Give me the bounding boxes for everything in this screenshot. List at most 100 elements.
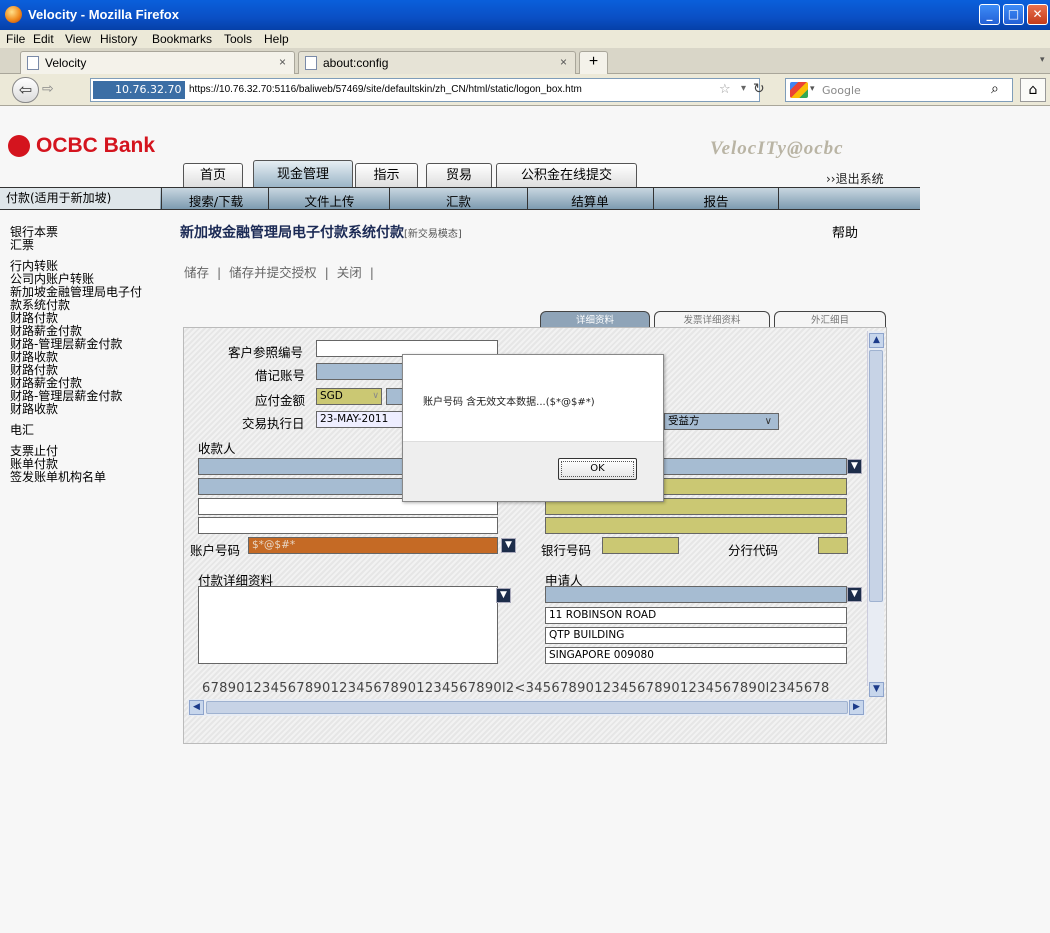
exec-date-value: 23-MAY-2011 xyxy=(320,413,389,425)
tab-velocity[interactable]: Velocity × xyxy=(20,51,295,74)
tab-close-icon[interactable]: × xyxy=(279,55,286,69)
applicant-address-3-value: SINGAPORE 009080 xyxy=(549,649,654,661)
tab-close-icon[interactable]: × xyxy=(560,55,567,69)
customer-ref-label: 客户参照编号 xyxy=(228,345,304,360)
subnav-statements[interactable]: 结算单 xyxy=(530,191,650,210)
applicant-address-1[interactable]: 11 ROBINSON ROAD xyxy=(545,607,847,624)
scroll-down-icon[interactable]: ▼ xyxy=(869,682,884,697)
charges-value: 受益方 xyxy=(668,415,700,427)
tab-trade[interactable]: 贸易 xyxy=(426,163,492,187)
payee-line-4[interactable] xyxy=(198,517,498,534)
close-button[interactable]: ✕ xyxy=(1027,4,1048,25)
debit-account-input[interactable] xyxy=(316,363,406,380)
home-button[interactable]: ⌂ xyxy=(1020,78,1046,102)
branch-code-input[interactable] xyxy=(818,537,848,554)
exec-date-input[interactable]: 23-MAY-2011 xyxy=(316,411,404,428)
subnav-reports[interactable]: 报告 xyxy=(656,191,776,210)
exec-date-label: 交易执行日 xyxy=(242,416,305,431)
scroll-left-icon[interactable]: ◀ xyxy=(189,700,204,715)
subnav-file-upload[interactable]: 文件上传 xyxy=(272,191,387,210)
scroll-up-icon[interactable]: ▲ xyxy=(869,333,884,348)
tab-list-icon[interactable]: ▾ xyxy=(1040,55,1045,65)
debit-account-label: 借记账号 xyxy=(255,368,306,383)
help-link[interactable]: 帮助 xyxy=(832,222,858,241)
account-no-input[interactable]: $*@$#* xyxy=(248,537,498,554)
save-submit-link[interactable]: 储存并提交授权 xyxy=(229,265,317,280)
subnav-remittance[interactable]: 汇款 xyxy=(392,191,525,210)
menu-giro-collection-2[interactable]: 财路收款 xyxy=(10,403,175,416)
currency-select[interactable]: SGD ∨ xyxy=(316,388,382,405)
alert-dialog: 账户号码 含无效文本数据...($*@$#*) OK xyxy=(402,354,664,502)
applicant-address-3[interactable]: SINGAPORE 009080 xyxy=(545,647,847,664)
applicant-address-2[interactable]: QTP BUILDING xyxy=(545,627,847,644)
menu-demand-draft[interactable]: 汇票 xyxy=(10,239,175,252)
applicant-dropdown-button[interactable]: ▼ xyxy=(847,587,862,602)
menu-bookmarks[interactable]: Bookmarks xyxy=(152,32,212,46)
minimize-button[interactable]: _ xyxy=(979,4,1000,25)
window-titlebar: Velocity - Mozilla Firefox _ □ ✕ xyxy=(0,0,1050,30)
left-menu: 银行本票 汇票 行内转账 公司内账户转账 新加坡金融管理局电子付 款系统付款 财… xyxy=(10,226,175,484)
vertical-scroll-thumb[interactable] xyxy=(869,350,883,602)
page-title-text: 新加坡金融管理局电子付款系统付款 xyxy=(180,225,404,241)
ok-button[interactable]: OK xyxy=(558,458,637,480)
chevron-down-icon: ∨ xyxy=(764,416,772,427)
ocbc-logo[interactable]: OCBC Bank xyxy=(8,134,155,158)
navigation-bar: ⇦ ⇨ 10.76.32.70 https://10.76.32.70:5116… xyxy=(0,74,1050,106)
subnav-payments[interactable]: 付款(适用于新加坡) xyxy=(0,188,160,209)
engine-dropdown-icon[interactable]: ▾ xyxy=(810,84,815,94)
tab-label: about:config xyxy=(323,56,389,70)
payment-details-dropdown-button[interactable]: ▼ xyxy=(496,588,511,603)
amount-label: 应付金额 xyxy=(255,393,306,408)
window-title: Velocity - Mozilla Firefox xyxy=(28,7,179,22)
menu-spacer xyxy=(10,416,175,424)
menu-cashiers-order[interactable]: 银行本票 xyxy=(10,226,175,239)
tab-fx-details[interactable]: 外汇细目 xyxy=(774,311,886,328)
long-text-line: 67890123456789012345678901234567890l2<34… xyxy=(202,681,830,696)
search-box[interactable]: ▾ Google ⌕ xyxy=(785,78,1013,102)
menu-billing-org-list[interactable]: 签发账单机构名单 xyxy=(10,471,175,484)
subnav-search-download[interactable]: 搜索/下载 xyxy=(166,191,266,210)
applicant-select[interactable] xyxy=(545,586,847,603)
firefox-icon xyxy=(5,6,22,23)
bank-code-input[interactable] xyxy=(602,537,679,554)
currency-value: SGD xyxy=(320,390,343,402)
menu-file[interactable]: File xyxy=(6,32,25,46)
new-tab-button[interactable]: + xyxy=(579,51,608,74)
history-dropdown-icon[interactable]: ▾ xyxy=(741,83,746,94)
horizontal-scroll-thumb[interactable] xyxy=(206,701,848,714)
google-icon[interactable] xyxy=(790,82,808,98)
tab-cpf-submission[interactable]: 公积金在线提交 xyxy=(496,163,637,187)
menu-help[interactable]: Help xyxy=(264,32,289,46)
menu-view[interactable]: View xyxy=(65,32,91,46)
action-bar: 储存 | 储存并提交授权 | 关闭 | xyxy=(184,265,374,280)
save-link[interactable]: 储存 xyxy=(184,265,209,280)
maximize-button[interactable]: □ xyxy=(1003,4,1024,25)
reload-icon[interactable]: ↻ xyxy=(753,81,765,97)
bank-dropdown-button[interactable]: ▼ xyxy=(847,459,862,474)
bookmark-star-icon[interactable]: ☆ xyxy=(719,82,731,97)
close-link[interactable]: 关闭 xyxy=(337,265,362,280)
menu-history[interactable]: History xyxy=(100,32,137,46)
site-identity[interactable]: 10.76.32.70 xyxy=(93,81,185,99)
menu-tools[interactable]: Tools xyxy=(224,32,252,46)
back-button[interactable]: ⇦ xyxy=(12,77,39,103)
tab-bar: Velocity × about:config × + ▾ xyxy=(0,48,1050,74)
charges-select[interactable]: 受益方 ∨ xyxy=(664,413,779,430)
search-icon[interactable]: ⌕ xyxy=(991,81,999,97)
logout-link[interactable]: ››退出系统 xyxy=(826,170,884,187)
url-bar[interactable]: 10.76.32.70 https://10.76.32.70:5116/bal… xyxy=(90,78,765,102)
menu-telegraphic-transfer[interactable]: 电汇 xyxy=(10,424,175,437)
tab-details[interactable]: 详细资料 xyxy=(540,311,650,328)
forward-button[interactable]: ⇨ xyxy=(42,81,54,97)
tab-instructions[interactable]: 指示 xyxy=(355,163,418,187)
tab-label: Velocity xyxy=(45,56,87,70)
tab-home[interactable]: 首页 xyxy=(183,163,243,187)
payment-details-textarea[interactable] xyxy=(198,586,498,664)
menu-edit[interactable]: Edit xyxy=(33,32,54,46)
tab-invoice-details[interactable]: 发票详细资料 xyxy=(654,311,770,328)
tab-cash-management[interactable]: 现金管理 xyxy=(253,160,353,187)
tab-about-config[interactable]: about:config × xyxy=(298,51,576,74)
bank-line-4[interactable] xyxy=(545,517,847,534)
account-dropdown-button[interactable]: ▼ xyxy=(501,538,516,553)
scroll-right-icon[interactable]: ▶ xyxy=(849,700,864,715)
